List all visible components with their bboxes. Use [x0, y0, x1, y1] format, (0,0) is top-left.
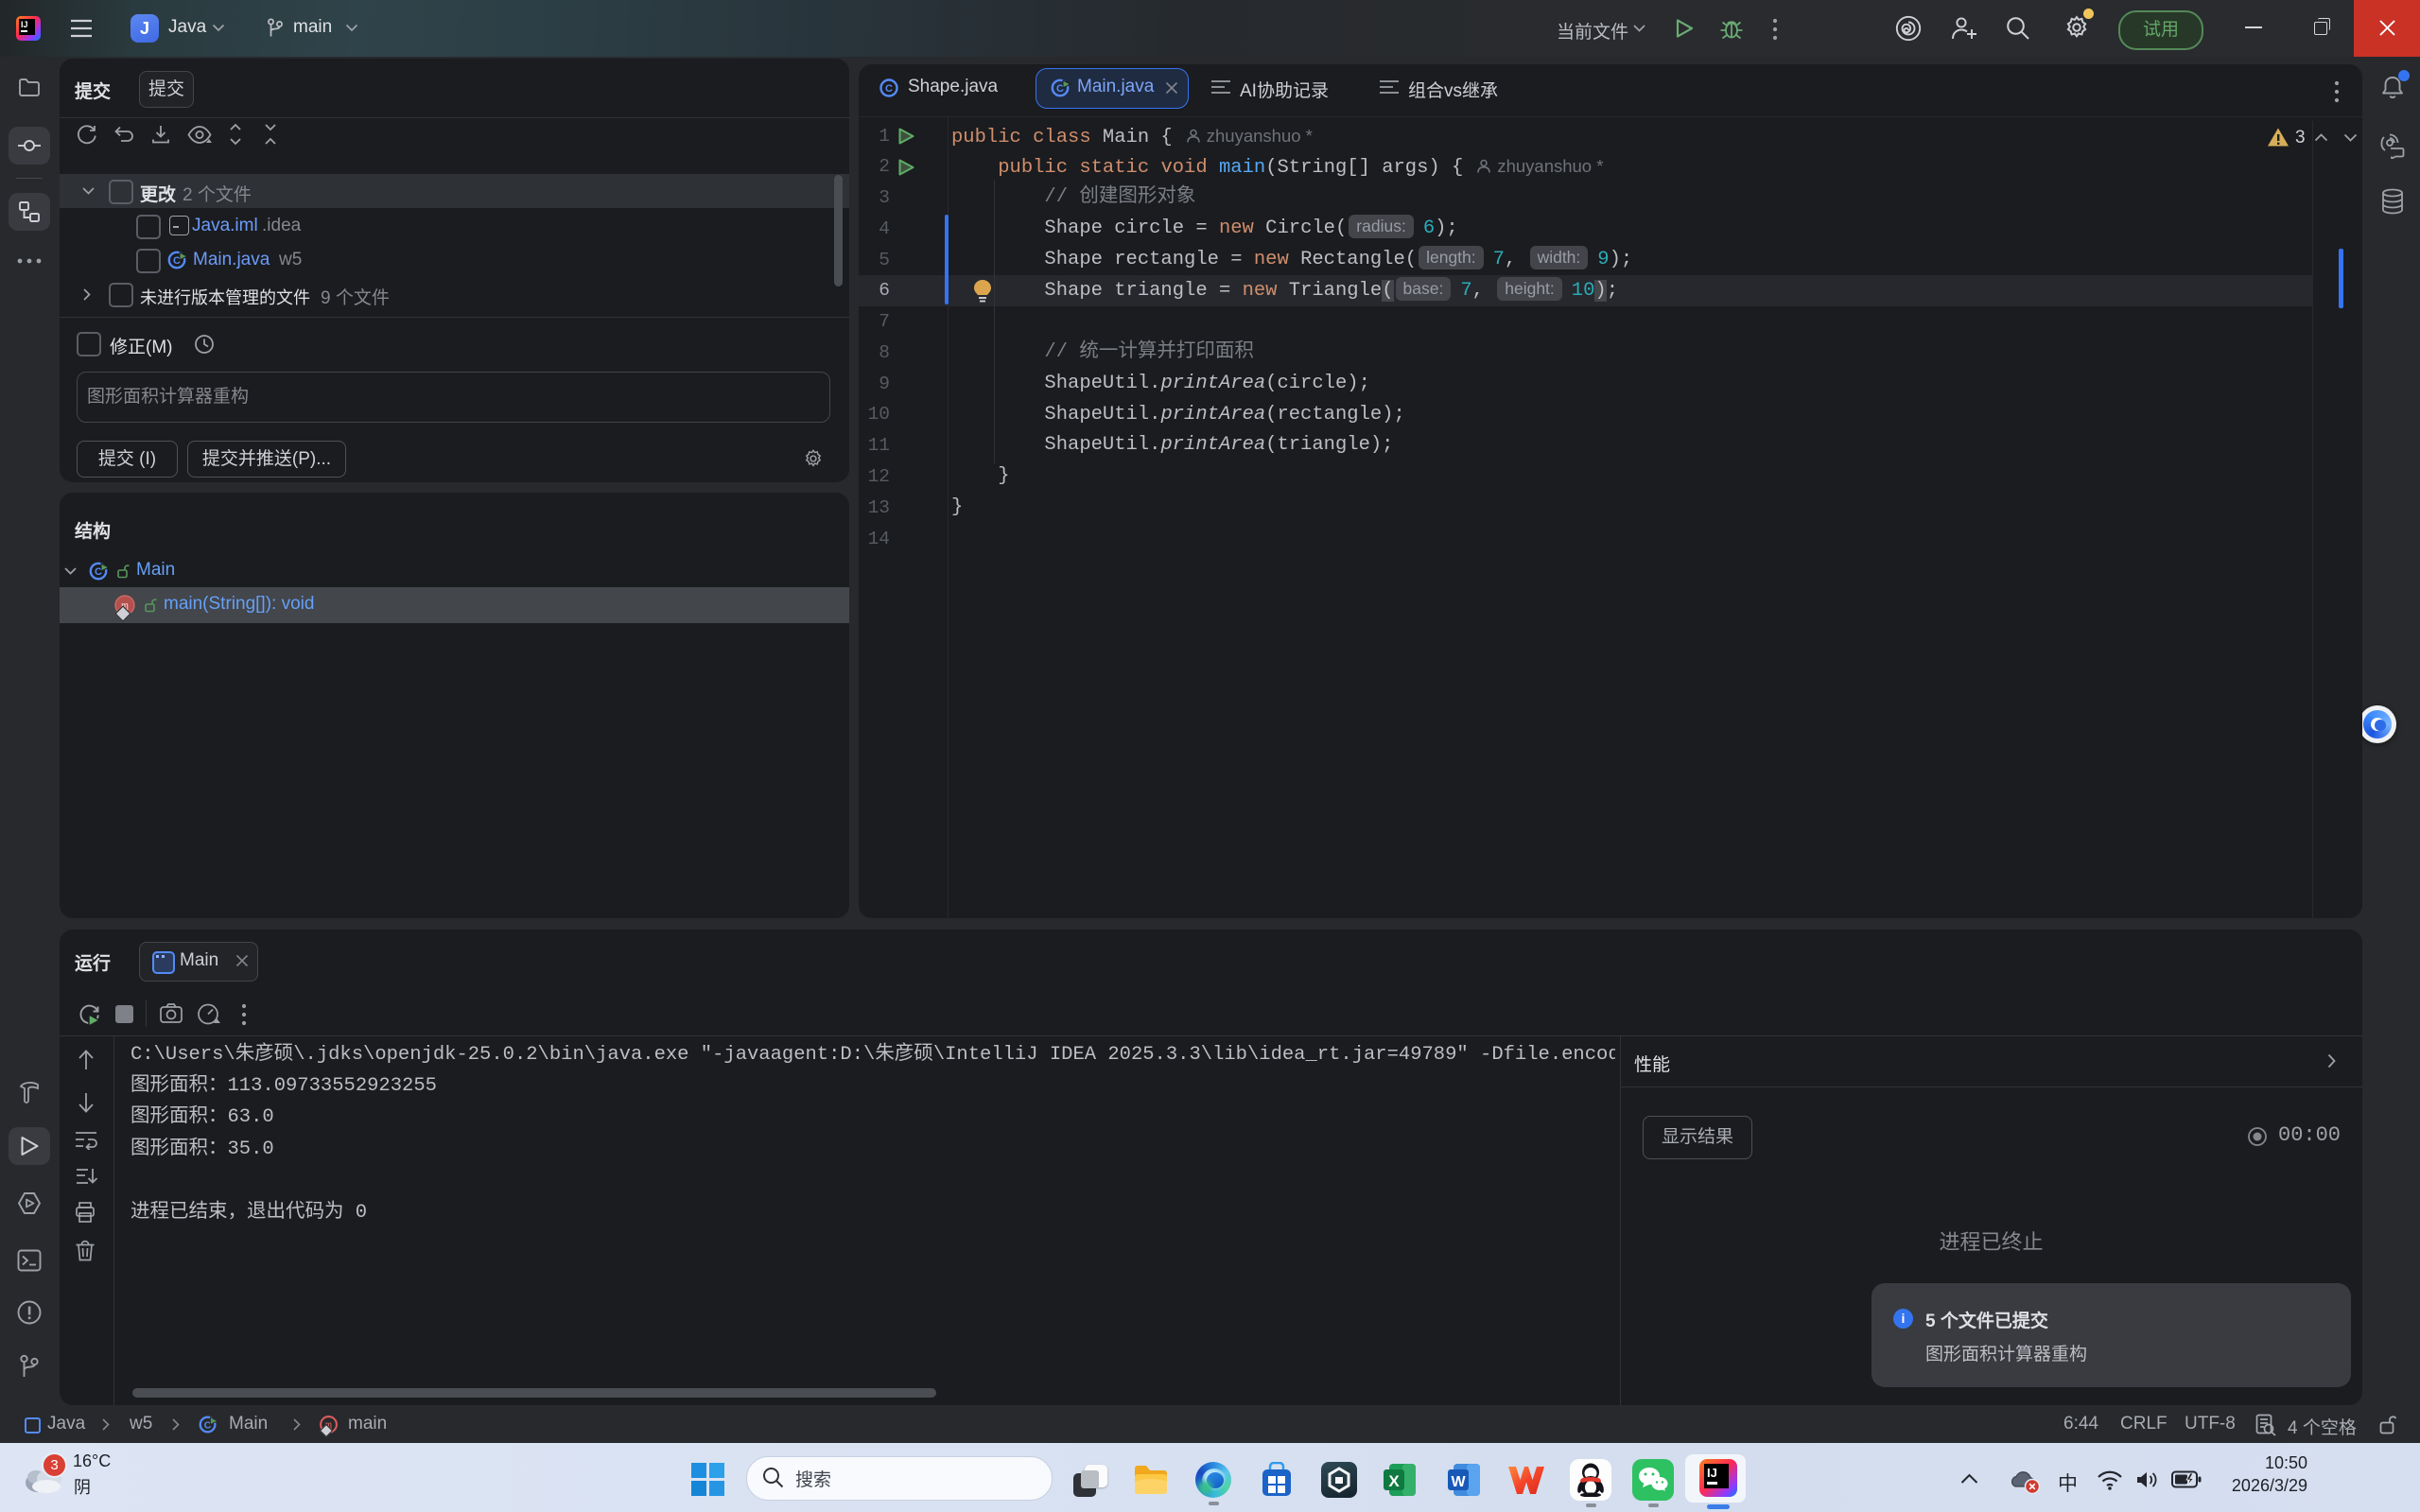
- svg-text:C: C: [885, 83, 893, 95]
- svg-text:W: W: [1451, 1474, 1466, 1490]
- svg-text:X: X: [1388, 1472, 1400, 1490]
